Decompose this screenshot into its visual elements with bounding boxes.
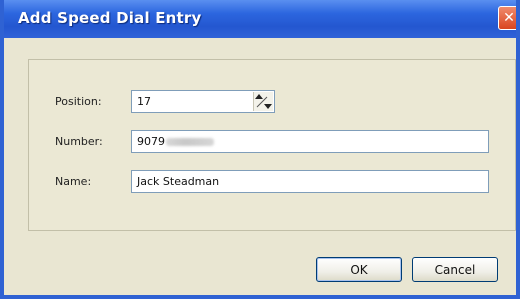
number-label: Number:: [55, 135, 103, 148]
title-bar[interactable]: Add Speed Dial Entry ✕: [4, 0, 516, 38]
position-value: 17: [137, 95, 151, 108]
position-field[interactable]: 17: [131, 90, 275, 113]
close-icon: ✕: [503, 10, 515, 26]
dialog-title: Add Speed Dial Entry: [18, 9, 202, 27]
number-field[interactable]: 9079: [131, 130, 489, 153]
number-value: 9079: [137, 135, 165, 148]
position-label: Position:: [55, 95, 102, 108]
redacted-number: [166, 138, 214, 146]
dialog-window: Add Speed Dial Entry ✕ Position: 17 Numb…: [0, 0, 520, 299]
close-button[interactable]: ✕: [498, 6, 516, 30]
name-field[interactable]: Jack Steadman: [131, 170, 489, 193]
entry-groupbox: Position: 17 Number: 9079 Name: Jack Ste…: [28, 59, 516, 231]
spinner-icon: [255, 94, 272, 109]
ok-button[interactable]: OK: [316, 257, 402, 282]
cancel-button[interactable]: Cancel: [412, 257, 498, 282]
name-label: Name:: [55, 175, 92, 188]
name-value: Jack Steadman: [137, 175, 220, 188]
position-spinner[interactable]: [253, 92, 273, 111]
